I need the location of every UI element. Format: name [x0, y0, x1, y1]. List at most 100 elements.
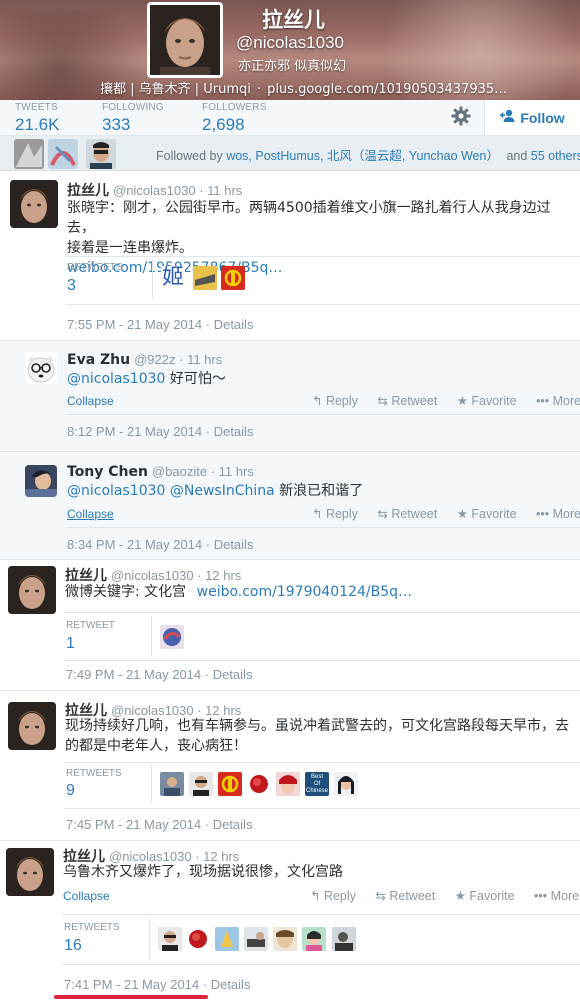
- reply-author-name[interactable]: Eva Zhu: [67, 352, 130, 368]
- retweet-icon: ⇆: [377, 507, 392, 521]
- more-action[interactable]: ••• More: [534, 889, 579, 903]
- reply-action[interactable]: ↰ Reply: [312, 507, 358, 521]
- reply-icon: ↰: [312, 394, 326, 408]
- retweeter-avatar[interactable]: [189, 772, 213, 796]
- retweets-count[interactable]: 16: [64, 937, 82, 955]
- details-link[interactable]: · Details: [206, 424, 254, 439]
- tweet-avatar[interactable]: [8, 702, 56, 750]
- retweeter-avatar[interactable]: 姬: [161, 266, 185, 290]
- followed-by-others-link[interactable]: 55 others.: [531, 149, 580, 163]
- reply-timestamp[interactable]: · 11 hrs: [211, 464, 254, 479]
- tweet-timestamp[interactable]: · 11 hrs: [199, 183, 242, 198]
- retweeter-avatar[interactable]: [218, 772, 242, 796]
- tweet-link[interactable]: weibo.com/1959257867/B5q…: [67, 258, 577, 278]
- tweet-timestamp[interactable]: · 12 hrs: [197, 568, 241, 583]
- reply-action[interactable]: ↰ Reply: [310, 889, 356, 903]
- follower-avatar[interactable]: [48, 139, 78, 169]
- reply-author-name[interactable]: Tony Chen: [67, 464, 148, 480]
- mention-link[interactable]: @nicolas1030: [67, 483, 165, 499]
- retweeter-avatar[interactable]: [244, 927, 268, 951]
- retweeter-avatar[interactable]: [215, 927, 239, 951]
- favorite-action-label: Favorite: [471, 507, 517, 521]
- retweeter-avatar[interactable]: [332, 927, 356, 951]
- retweets-count[interactable]: 9: [66, 782, 75, 800]
- retweeter-avatar[interactable]: [221, 266, 245, 290]
- tweet-link[interactable]: weibo.com/1979040124/B5q…: [197, 584, 412, 600]
- favorite-action-label: Favorite: [471, 394, 517, 408]
- gear-icon[interactable]: [442, 102, 480, 132]
- stat-tweets-label: TWEETS: [15, 102, 58, 113]
- details-link[interactable]: · Details: [205, 817, 253, 832]
- retweeter-avatar[interactable]: [193, 266, 217, 290]
- details-link[interactable]: · Details: [206, 317, 254, 332]
- tweet-author-name[interactable]: 拉丝儿: [67, 183, 109, 199]
- reply-text-body: 好可怕～: [169, 371, 226, 387]
- stat-followers[interactable]: FOLLOWERS 2,698: [202, 100, 267, 135]
- profile-stats-bar: TWEETS 21.6K FOLLOWING 333 FOLLOWERS 2,6…: [0, 100, 580, 136]
- retweeter-avatar[interactable]: [302, 927, 326, 951]
- retweeter-avatar[interactable]: [247, 772, 271, 796]
- divider: [66, 256, 580, 257]
- mention-link[interactable]: @nicolas1030: [67, 371, 165, 387]
- tweet-avatar[interactable]: [8, 566, 56, 614]
- retweeter-avatar[interactable]: [276, 772, 300, 796]
- reply-date: 8:34 PM - 21 May 2014: [67, 537, 203, 552]
- retweet-action[interactable]: ⇆ Retweet: [377, 507, 437, 521]
- reply-author-handle[interactable]: @baozite: [152, 464, 207, 479]
- collapse-link[interactable]: Collapse: [67, 507, 114, 521]
- retweet-action[interactable]: ⇆ Retweet: [375, 889, 435, 903]
- mention-link[interactable]: @NewsInChina: [170, 483, 275, 499]
- profile-bio: 亦正亦邪 似真似幻: [238, 59, 347, 74]
- tweet-avatar[interactable]: [6, 848, 54, 896]
- retweeter-avatar[interactable]: [186, 927, 210, 951]
- details-link[interactable]: · Details: [206, 537, 254, 552]
- profile-avatar[interactable]: [147, 2, 223, 78]
- retweets-label: RETWEETS: [64, 922, 120, 933]
- followed-by-names[interactable]: wos, PostHumus, 北风（温云超, Yunchao Wen）: [226, 149, 499, 163]
- reply-author-handle[interactable]: @922z: [134, 352, 175, 367]
- profile-handle: @nicolas1030: [236, 33, 344, 52]
- collapse-link[interactable]: Collapse: [63, 889, 110, 903]
- follower-avatar[interactable]: [14, 139, 44, 169]
- follow-button[interactable]: Follow: [484, 100, 580, 135]
- favorite-action[interactable]: ★ Favorite: [457, 394, 517, 408]
- stat-following[interactable]: FOLLOWING 333: [102, 100, 164, 135]
- favorite-action[interactable]: ★ Favorite: [457, 507, 517, 521]
- reply-action-bar: ↰ Reply ⇆ Retweet ★ Favorite ••• More: [312, 506, 580, 521]
- details-link[interactable]: · Details: [203, 977, 251, 992]
- retweet-action-label: Retweet: [391, 394, 438, 408]
- retweeter-avatar[interactable]: [273, 927, 297, 951]
- retweeter-avatar[interactable]: [334, 772, 358, 796]
- star-icon: ★: [454, 889, 470, 903]
- more-action[interactable]: ••• More: [536, 507, 580, 521]
- more-action-label: More: [550, 889, 580, 903]
- details-link[interactable]: · Details: [205, 667, 253, 682]
- tweet-author-handle[interactable]: @nicolas1030: [111, 568, 194, 583]
- reply-timestamp[interactable]: · 11 hrs: [179, 352, 222, 367]
- divider: [149, 918, 150, 960]
- tile-text: Of: [313, 781, 321, 787]
- stat-tweets[interactable]: TWEETS 21.6K: [15, 100, 59, 135]
- profile-url[interactable]: plus.google.com/10190503437935…: [267, 82, 507, 97]
- reply-avatar[interactable]: [25, 352, 57, 384]
- follower-avatar[interactable]: [86, 139, 116, 169]
- tweet-date-row: 7:55 PM - 21 May 2014 · Details: [67, 317, 253, 332]
- tweet-author-handle[interactable]: @nicolas1030: [113, 183, 196, 198]
- retweet-action-label: Retweet: [389, 889, 436, 903]
- reply-action[interactable]: ↰ Reply: [312, 394, 358, 408]
- more-action[interactable]: ••• More: [536, 394, 580, 408]
- retweets-count[interactable]: 1: [66, 635, 75, 653]
- reply-header: Eva Zhu @922z · 11 hrs: [67, 352, 222, 368]
- collapse-link[interactable]: Collapse: [67, 394, 114, 408]
- retweeter-avatar[interactable]: [160, 772, 184, 796]
- favorite-action[interactable]: ★ Favorite: [455, 889, 515, 903]
- tweet-avatar[interactable]: [10, 180, 58, 228]
- retweeter-avatar[interactable]: [160, 625, 184, 649]
- divider: [0, 690, 580, 691]
- retweeter-avatar[interactable]: [158, 927, 182, 951]
- reply-avatar[interactable]: [25, 465, 57, 497]
- retweeter-avatar[interactable]: Best Of Chinese: [305, 772, 329, 796]
- retweets-count[interactable]: 3: [67, 277, 76, 295]
- reply-icon: ↰: [312, 507, 326, 521]
- retweet-action[interactable]: ⇆ Retweet: [377, 394, 437, 408]
